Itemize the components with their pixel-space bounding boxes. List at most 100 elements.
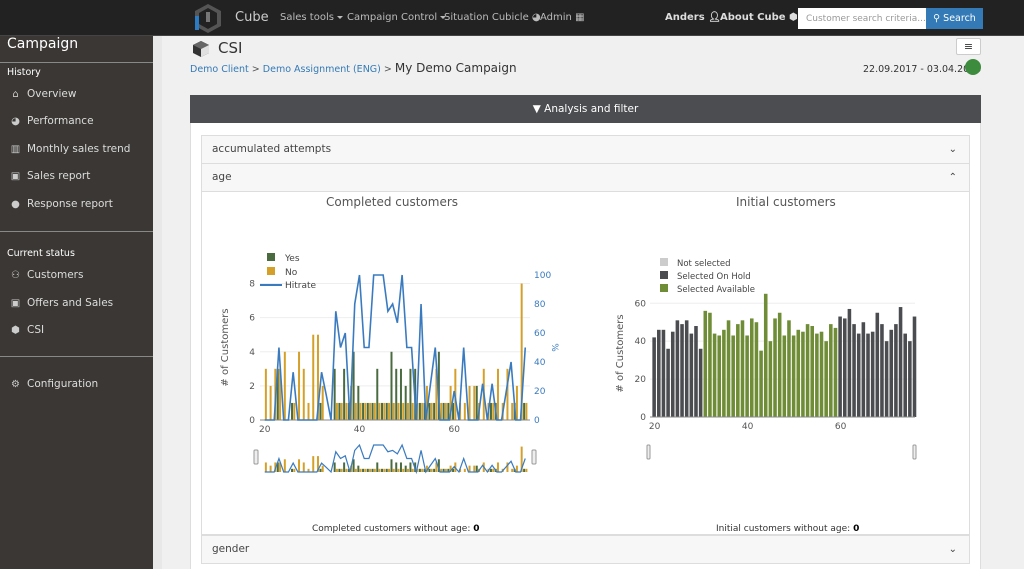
slider-bar-no	[406, 468, 409, 472]
slider-bar-no	[269, 465, 272, 472]
slider-bar-yes	[381, 468, 384, 472]
nav-sales-tools[interactable]: Sales tools	[280, 12, 343, 23]
accordion-accumulated-attempts[interactable]: accumulated attempts ⌄	[201, 135, 970, 164]
slider-bar-no	[321, 465, 324, 472]
user-icon: 👤︎	[708, 12, 721, 23]
sidebar-item-monthly-sales-trend[interactable]: ▥ Monthly sales trend	[9, 143, 131, 155]
bar-initial	[652, 337, 656, 417]
slider-bar-no	[492, 468, 495, 472]
bar-yes	[475, 385, 478, 420]
bar-initial	[666, 348, 670, 417]
dashboard-icon: ◕	[11, 115, 20, 127]
bar-initial	[856, 333, 861, 417]
range-slider-handle-right[interactable]	[912, 444, 917, 460]
sidebar-item-response-report[interactable]: ● Response report	[9, 198, 113, 210]
bar-no	[354, 402, 357, 420]
bar-no	[359, 402, 362, 420]
range-slider-handle-left[interactable]	[253, 449, 259, 465]
x-tick-label: 40	[354, 425, 366, 435]
section-current-status: Current status	[7, 248, 75, 259]
bar-initial	[736, 324, 740, 417]
slider-bar-yes	[489, 468, 492, 472]
bar-initial	[782, 335, 787, 417]
gears-icon: ⚙	[11, 378, 20, 390]
bar-initial	[903, 333, 907, 417]
slider-bar-no	[421, 468, 424, 472]
bar-no	[492, 402, 495, 420]
slider-bar-no	[264, 462, 267, 472]
bar-yes	[428, 402, 431, 420]
menu-button[interactable]: ≡	[956, 38, 981, 55]
bar-no	[397, 402, 400, 420]
initial-customers-chart[interactable]: 020406020 40 60# of CustomersNot selectedS…	[605, 240, 935, 470]
sidebar-item-csi[interactable]: ⬢ CSI	[9, 324, 44, 336]
slider-bar-no	[283, 459, 286, 472]
legend-label-yes: Yes	[284, 254, 300, 264]
accordion-gender[interactable]: gender ⌄	[201, 535, 970, 564]
slider-bar-yes	[433, 468, 436, 472]
bar-initial	[875, 312, 880, 417]
analysis-filter-bar[interactable]: ▼ Analysis and filter	[190, 95, 981, 123]
sidebar: Campaign History ⌂ Overview ◕ Performance …	[0, 36, 153, 569]
nav-about-cube[interactable]: About Cube ⬢	[720, 12, 798, 23]
bar-initial	[870, 331, 875, 417]
slider-bar-yes	[399, 462, 402, 472]
breadcrumb-assignment[interactable]: Demo Assignment (ENG)	[263, 64, 381, 75]
chart-title-completed: Completed customers	[326, 195, 459, 209]
completed-customers-chart[interactable]: 0246802040608010020 40 60# of Customers %Ye…	[210, 240, 580, 480]
sidebar-item-overview[interactable]: ⌂ Overview	[9, 88, 76, 100]
nav-user[interactable]: Anders 👤︎	[665, 12, 721, 23]
bar-initial	[698, 348, 703, 417]
slider-bar-no	[430, 468, 433, 472]
brand-name[interactable]: Cube	[235, 10, 269, 25]
nav-admin[interactable]: Admin ▦	[540, 12, 585, 23]
bar-initial	[703, 310, 708, 417]
x-tick-label: 20	[649, 422, 661, 432]
slider-bar-no	[364, 468, 367, 472]
slider-bar-yes	[338, 468, 341, 472]
breadcrumb-client[interactable]: Demo Client	[190, 64, 249, 75]
cube-logo-icon[interactable]	[192, 2, 224, 34]
bar-no	[378, 402, 381, 420]
nav-campaign-control[interactable]: Campaign Control	[347, 12, 447, 23]
customer-search-input[interactable]	[798, 8, 926, 29]
comments-icon: ●	[11, 198, 20, 210]
bar-no	[340, 402, 343, 420]
cube-icon: ⬢	[789, 12, 798, 23]
sidebar-item-customers[interactable]: ⚇ Customers	[9, 269, 83, 281]
slider-bar-no	[383, 468, 386, 472]
bar-initial	[745, 335, 749, 417]
bar-initial	[661, 329, 666, 417]
bar-initial	[777, 312, 782, 417]
sidebar-item-offers-and-sales[interactable]: ▣ Offers and Sales	[9, 297, 113, 309]
sidebar-item-configuration[interactable]: ⚙ Configuration	[9, 378, 98, 390]
sidebar-item-sales-report[interactable]: ▣ Sales report	[9, 170, 91, 182]
legend-swatch	[660, 271, 668, 279]
slider-bar-yes	[371, 468, 374, 472]
bar-yes	[371, 402, 374, 420]
bar-yes	[489, 402, 492, 420]
slider-bar-no	[463, 468, 466, 472]
slider-bar-no	[473, 465, 476, 472]
chart-title-initial: Initial customers	[736, 195, 836, 209]
slider-bar-yes	[333, 462, 336, 472]
bar-no	[345, 402, 348, 420]
bar-initial	[689, 333, 694, 417]
sidebar-item-performance[interactable]: ◕ Performance	[9, 115, 93, 127]
bar-no	[335, 402, 338, 420]
bar-initial	[866, 333, 870, 417]
search-button[interactable]: ⚲ Search	[926, 8, 983, 29]
y-tick-label: 0	[640, 413, 646, 423]
range-slider-handle-left[interactable]	[646, 444, 651, 460]
bar-no	[369, 402, 372, 420]
range-slider-handle-right[interactable]	[531, 449, 537, 465]
y-tick-label: 2	[249, 382, 255, 392]
breadcrumb-current: My Demo Campaign	[394, 61, 517, 75]
divider	[0, 356, 153, 357]
filter-icon: ▼	[532, 103, 541, 115]
nav-situation-cubicle[interactable]: Situation Cubicle ◕	[444, 12, 541, 23]
accordion-age[interactable]: age ⌃	[201, 163, 970, 192]
bar-initial	[912, 316, 917, 417]
bar-no	[444, 402, 447, 420]
slider-bar-yes	[343, 462, 346, 472]
